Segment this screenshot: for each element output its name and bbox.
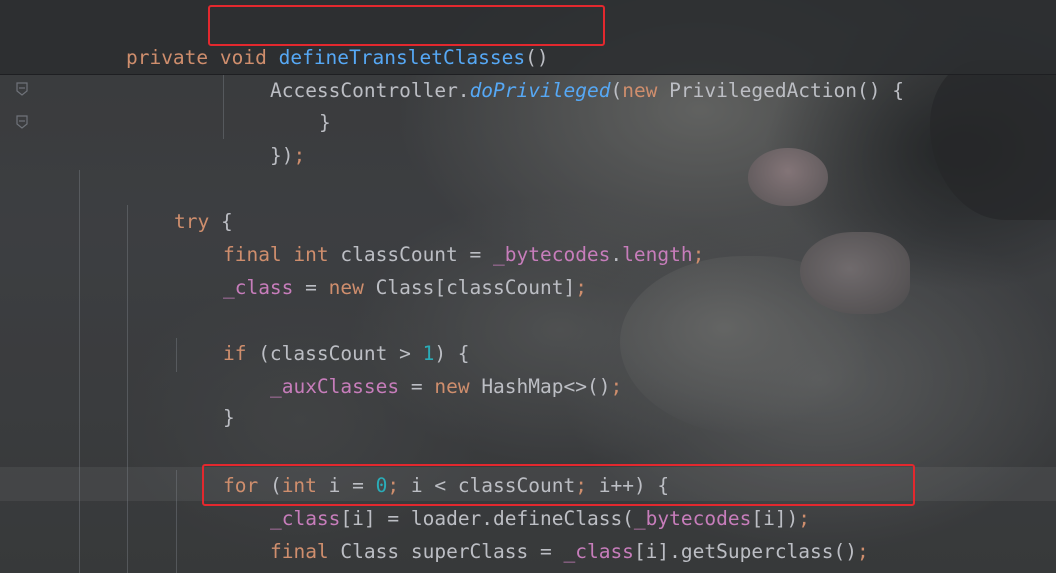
keyword: new (328, 276, 376, 299)
code-line-3[interactable]: } (272, 73, 331, 134)
field-ref: _class (222, 276, 294, 299)
annotation-highlight-method-name (208, 5, 605, 46)
code-line-8[interactable]: if (classCount > 1) { (176, 304, 470, 365)
annotation-highlight-define-class-call (202, 464, 915, 506)
expression: [i].getSuperclass() (633, 540, 857, 563)
code-line-5[interactable]: try { (127, 172, 233, 233)
semicolon: ; (692, 243, 705, 266)
field-ref: _class (563, 540, 634, 563)
expression: Class[classCount] (375, 276, 576, 299)
expression: HashMap<>() (481, 375, 611, 398)
punctuation: ( (610, 79, 623, 102)
closing-brace: } (318, 111, 331, 134)
operator: = (399, 375, 435, 398)
code-line-6[interactable]: final int classCount = _bytecodes.length… (176, 205, 704, 266)
code-line-13[interactable]: final Class superClass = _class[i].getSu… (223, 502, 869, 563)
semicolon: ; (857, 540, 869, 563)
code-line-7[interactable]: _class = new Class[classCount]; (176, 238, 587, 299)
keyword: new (434, 375, 482, 398)
indent-guide (79, 170, 80, 573)
punctuation: () { (857, 79, 904, 102)
method-call: doPrivileged (469, 79, 611, 102)
keyword: private (125, 46, 220, 69)
fold-end-icon[interactable] (16, 115, 28, 129)
code-line-9[interactable]: _auxClasses = new HashMap<>(); (223, 337, 622, 398)
operator: = (293, 276, 329, 299)
field-ref: length (622, 243, 693, 266)
type-name: PrivilegedAction (669, 79, 858, 102)
semicolon: ; (610, 375, 623, 398)
semicolon: ; (575, 276, 587, 299)
keyword: new (622, 79, 670, 102)
expression: Class superClass = (340, 540, 564, 563)
closing-paren: }) (269, 144, 294, 167)
code-line-4[interactable]: }); (223, 106, 305, 167)
punctuation: . (610, 243, 623, 266)
field-ref: _auxClasses (269, 375, 400, 398)
code-editor[interactable]: private void defineTransletClasses() Acc… (0, 0, 1056, 573)
fold-end-icon[interactable] (16, 82, 28, 96)
semicolon: ; (293, 144, 306, 167)
editor-gutter[interactable] (0, 0, 44, 573)
closing-brace: } (222, 406, 235, 429)
code-line-10[interactable]: } (176, 368, 235, 429)
keyword: final (269, 540, 341, 563)
